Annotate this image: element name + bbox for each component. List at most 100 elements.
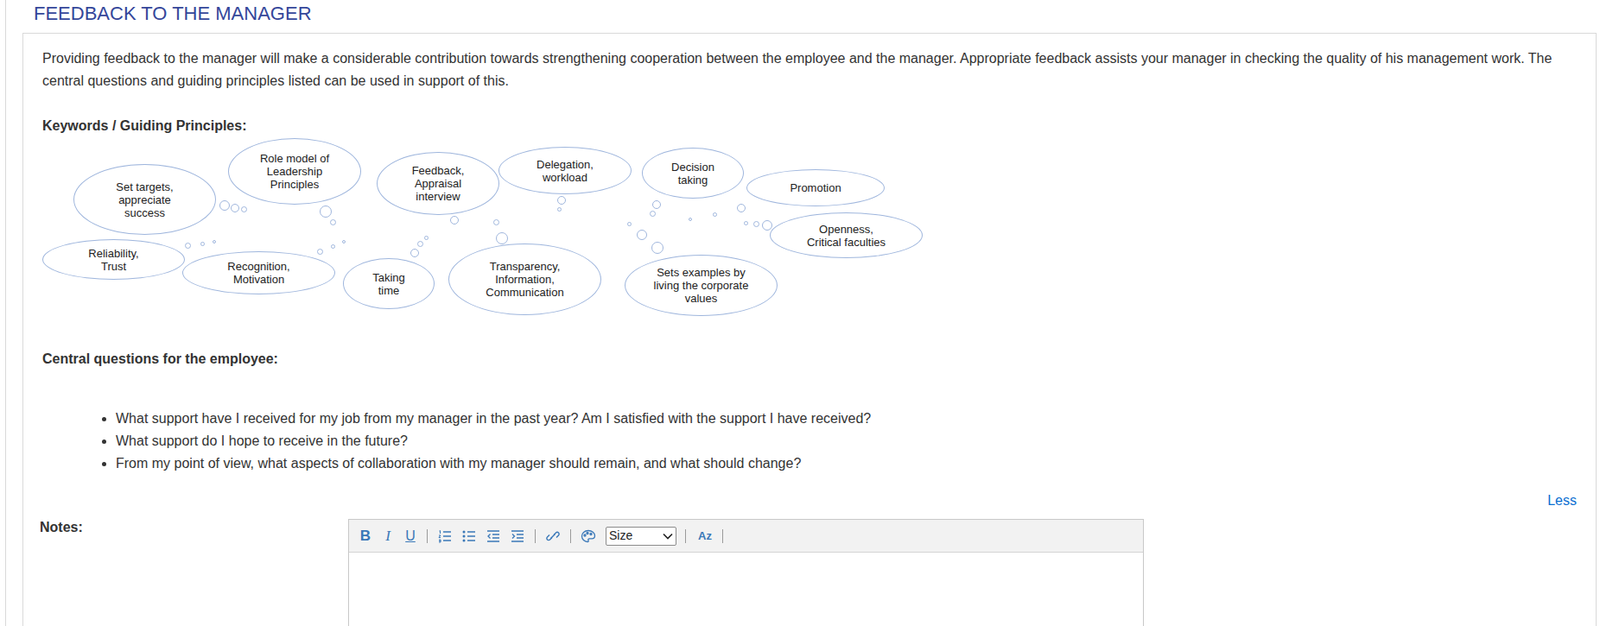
keyword-line: Critical faculties	[806, 235, 886, 249]
keyword-line: Taking	[372, 271, 406, 285]
thought-bubble	[495, 232, 508, 245]
thought-bubble	[450, 215, 459, 225]
thought-bubble	[410, 248, 420, 258]
keyword-line: Delegation,	[536, 158, 594, 172]
keyword-line: workload	[542, 171, 588, 185]
keyword-line: Principles	[270, 177, 319, 191]
feedback-panel: Providing feedback to the manager will m…	[22, 32, 1597, 626]
keyword-cloud: Set targets,appreciatesuccess	[73, 164, 216, 235]
thought-bubble	[649, 210, 656, 217]
thought-bubble	[424, 235, 429, 241]
keyword-cloud: Takingtime	[342, 258, 435, 310]
keyword-cloud: Sets examples byliving the corporatevalu…	[624, 254, 778, 317]
bullet-list-icon[interactable]	[458, 526, 480, 547]
thought-bubble	[753, 221, 760, 228]
ordered-list-icon[interactable]	[434, 526, 456, 547]
keyword-line: Information,	[495, 273, 555, 286]
keyword-line: Recognition,	[227, 260, 290, 274]
questions-list: What support have I received for my job …	[42, 407, 1577, 476]
keyword-cloud: Reliability,Trust	[42, 239, 185, 280]
thought-bubble	[743, 221, 749, 226]
thought-bubble	[688, 217, 693, 222]
toolbar-separator	[534, 529, 536, 544]
keyword-line: Set targets,	[115, 180, 173, 194]
keyword-line: Appraisal	[414, 177, 462, 191]
keyword-cloud: Feedback,Appraisalinterview	[376, 152, 500, 216]
keyword-line: taking	[678, 173, 709, 187]
palette-icon[interactable]	[577, 526, 599, 547]
thought-bubble	[230, 203, 240, 213]
outdent-icon[interactable]	[482, 526, 504, 547]
thought-bubble	[761, 220, 773, 231]
keyword-cloud: Delegation,workload	[498, 146, 632, 195]
keyword-line: interview	[415, 190, 460, 204]
thought-bubble	[330, 219, 337, 226]
keyword-line: Leadership	[266, 165, 323, 178]
thought-bubble	[317, 248, 324, 255]
keyword-line: values	[685, 292, 718, 305]
keyword-line: Transparency,	[489, 260, 561, 274]
keyword-cloud: Transparency,Information,Communication	[448, 243, 602, 316]
link-icon[interactable]	[542, 526, 564, 547]
thought-bubble	[200, 241, 205, 247]
keyword-line: Decision	[671, 160, 715, 174]
keyword-line: time	[378, 284, 400, 298]
toolbar-separator	[426, 529, 428, 544]
thought-bubble	[417, 241, 424, 248]
editor-toolbar: B I U	[349, 520, 1143, 553]
thought-bubble	[636, 229, 648, 241]
keyword-line: success	[124, 206, 166, 220]
thought-bubble	[627, 222, 632, 227]
thought-bubble	[219, 200, 230, 211]
thought-bubble	[184, 242, 191, 249]
clear-format-button[interactable]: Az	[694, 527, 716, 546]
indent-icon[interactable]	[507, 526, 528, 547]
keyword-cloud: Role model ofLeadershipPrinciples	[228, 138, 362, 205]
keyword-line: Openness,	[819, 222, 874, 236]
keyword-line: Sets examples by	[656, 266, 746, 280]
keywords-heading: Keywords / Guiding Principles:	[42, 116, 1577, 136]
thought-bubble	[212, 240, 216, 244]
keyword-line: Motivation	[233, 273, 285, 286]
thought-bubble	[342, 240, 346, 244]
keyword-diagram: Set targets,appreciatesuccessRole model …	[42, 135, 933, 333]
thought-bubble	[712, 212, 718, 217]
keyword-cloud: Promotion	[746, 169, 885, 207]
notes-label: Notes:	[39, 519, 349, 537]
questions-heading: Central questions for the employee:	[42, 349, 1577, 369]
notes-textarea[interactable]	[349, 552, 1143, 626]
keyword-line: Trust	[101, 260, 127, 274]
thought-bubble	[319, 205, 332, 218]
thought-bubble	[330, 244, 336, 249]
intro-text: Providing feedback to the manager will m…	[42, 47, 1577, 93]
keyword-line: Role model of	[260, 152, 330, 166]
size-select[interactable]: Size	[605, 526, 677, 547]
question-item: From my point of view, what aspects of c…	[115, 452, 1577, 476]
italic-button[interactable]: I	[378, 525, 398, 548]
less-link[interactable]: Less	[1547, 492, 1577, 510]
keyword-cloud: Decisiontaking	[641, 147, 744, 199]
thought-bubble	[557, 207, 562, 212]
thought-bubble	[557, 196, 566, 205]
thought-bubble	[736, 203, 746, 213]
underline-button[interactable]: U	[400, 526, 420, 547]
question-item: What support have I received for my job …	[115, 407, 1577, 431]
chevron-down-icon	[662, 533, 674, 540]
keyword-line: appreciate	[118, 193, 172, 207]
toolbar-separator	[685, 529, 686, 544]
section-title: FEEDBACK TO THE MANAGER	[22, 0, 1597, 26]
toolbar-separator	[722, 529, 724, 544]
notes-editor: B I U	[348, 519, 1144, 626]
toolbar-separator	[570, 529, 572, 544]
bold-button[interactable]: B	[355, 525, 375, 548]
keyword-line: Communication	[485, 285, 564, 299]
thought-bubble	[651, 241, 664, 254]
keyword-line: living the corporate	[653, 279, 750, 293]
keyword-line: Promotion	[789, 181, 841, 195]
left-edge	[0, 0, 7, 626]
keyword-cloud: Recognition,Motivation	[182, 251, 336, 295]
thought-bubble	[241, 206, 248, 213]
thought-bubble	[493, 219, 500, 226]
keyword-line: Feedback,	[412, 164, 465, 178]
question-item: What support do I hope to receive in the…	[115, 430, 1577, 453]
